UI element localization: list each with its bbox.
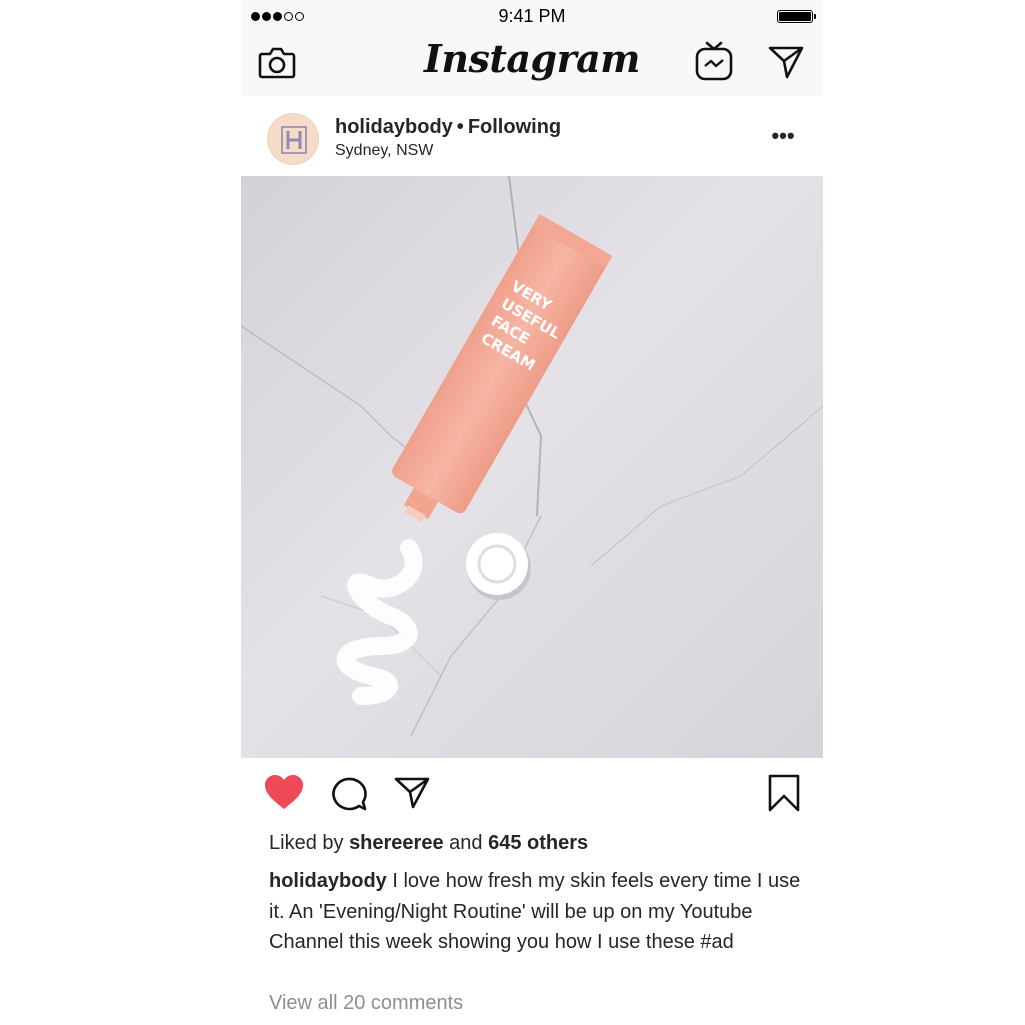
avatar-monogram-icon — [281, 126, 307, 154]
post-image[interactable]: VERY USEFUL FACE CREAM — [241, 176, 823, 758]
post-location[interactable]: Sydney, NSW — [335, 142, 433, 160]
more-options-icon[interactable]: ••• — [765, 122, 801, 150]
likes-summary: Liked by shereeree and 645 others — [269, 832, 588, 855]
comment-icon[interactable] — [329, 776, 367, 812]
likes-count-link[interactable]: 645 others — [488, 832, 588, 854]
igtv-icon[interactable] — [695, 40, 733, 82]
status-time: 9:41 PM — [498, 6, 566, 26]
post-user-line: holidaybody • Following — [335, 116, 561, 139]
share-icon[interactable] — [393, 776, 431, 810]
instagram-wordmark: Instagram — [424, 36, 640, 81]
bookmark-icon[interactable] — [767, 774, 801, 812]
top-navigation-bar: Instagram — [241, 34, 823, 96]
top-chrome: 9:41 PM Instagram — [241, 0, 823, 96]
likes-conjunction: and — [449, 832, 483, 854]
status-bar: 9:41 PM — [241, 0, 823, 34]
post-actions-bar — [241, 758, 823, 828]
instagram-phone-screen: 9:41 PM Instagram holidaybody • Followin… — [241, 0, 823, 1025]
post-username[interactable]: holidaybody — [335, 116, 453, 138]
liker-username[interactable]: shereeree — [349, 832, 444, 854]
post-caption: holidaybody I love how fresh my skin fee… — [269, 866, 809, 958]
separator-dot: • — [456, 116, 464, 138]
view-all-comments-link[interactable]: View all 20 comments — [269, 992, 463, 1015]
post-header: holidaybody • Following Sydney, NSW ••• — [241, 96, 823, 176]
like-heart-icon[interactable] — [263, 774, 305, 812]
user-avatar[interactable] — [267, 113, 319, 165]
direct-message-icon[interactable] — [767, 44, 805, 80]
caption-username[interactable]: holidaybody — [269, 870, 387, 892]
follow-status[interactable]: Following — [468, 116, 561, 138]
likes-prefix: Liked by — [269, 832, 344, 854]
battery-icon — [777, 10, 816, 23]
